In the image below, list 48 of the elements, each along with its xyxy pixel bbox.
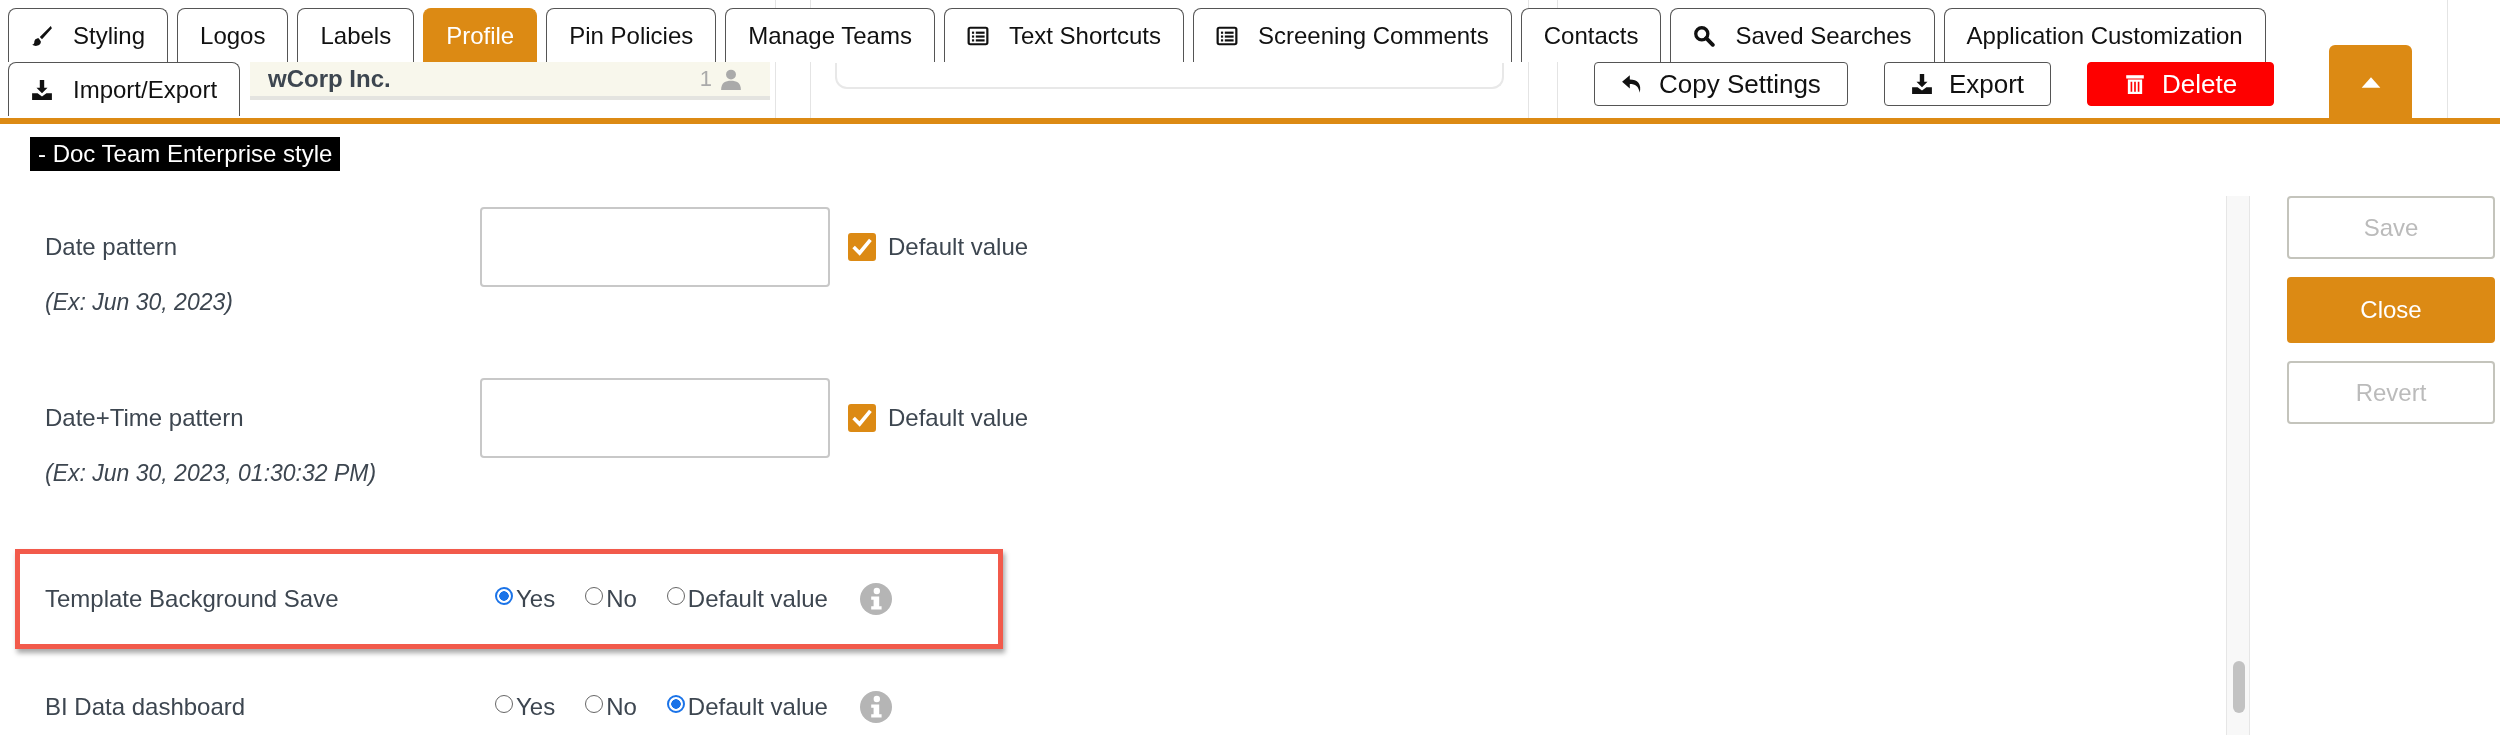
radio-label: Default value <box>687 693 828 721</box>
organization-name: wCorp Inc. <box>268 65 392 93</box>
list-icon <box>966 24 989 47</box>
tab[interactable]: Contacts <box>1520 8 1662 62</box>
tab[interactable]: Saved Searches <box>1670 8 1935 62</box>
brush-icon <box>31 24 53 47</box>
info-icon[interactable] <box>859 583 892 615</box>
undo-arrow-icon <box>1621 73 1643 95</box>
radio-label: Yes <box>516 693 556 721</box>
tab[interactable]: Logos <box>177 8 289 62</box>
scroll-up-button[interactable] <box>2329 45 2413 118</box>
radio-label: No <box>606 693 637 721</box>
toolbar-button[interactable]: Copy Settings <box>1594 62 1848 106</box>
toolbar-button[interactable]: Export <box>1883 62 2052 106</box>
checkbox[interactable] <box>848 233 876 261</box>
tab[interactable]: Manage Teams <box>725 8 935 62</box>
tab[interactable]: Application Customization <box>1943 8 2266 62</box>
setting-label: Template Background Save <box>44 585 340 613</box>
format-example: (Ex: Jun 30, 2023, 01:30:32 PM) <box>44 460 378 487</box>
setting-label: Date pattern <box>44 233 179 261</box>
style-label: - Doc Team Enterprise style <box>30 137 341 171</box>
download-icon <box>31 78 53 101</box>
radio-label: Yes <box>516 585 556 613</box>
checkbox[interactable] <box>848 404 876 432</box>
search-icon <box>1693 24 1716 47</box>
person-icon <box>720 67 742 91</box>
setting-label: BI Data dashboard <box>44 693 247 721</box>
tab[interactable]: Styling <box>8 8 169 62</box>
member-count: 1 <box>699 66 712 92</box>
download-icon <box>1910 73 1933 95</box>
radio-button[interactable] <box>495 587 513 605</box>
tab[interactable]: Labels <box>297 8 415 62</box>
tab[interactable]: Pin Policies <box>546 8 717 62</box>
checkbox-label: Default value <box>888 233 1029 261</box>
tab[interactable]: Import/Export <box>8 62 241 116</box>
scrollbar[interactable] <box>2226 196 2250 735</box>
tab[interactable]: Text Shortcuts <box>943 8 1184 62</box>
checkbox-label: Default value <box>888 404 1029 432</box>
setting-label: Date+Time pattern <box>44 404 245 432</box>
radio-label: Default value <box>687 585 828 613</box>
format-example: (Ex: Jun 30, 2023) <box>44 289 234 316</box>
delete-button[interactable]: Delete <box>2087 62 2275 106</box>
radio-button[interactable] <box>666 695 685 713</box>
info-icon[interactable] <box>859 691 892 723</box>
list-icon <box>1216 24 1238 47</box>
radio-label: No <box>606 585 637 613</box>
tab[interactable]: Screening Comments <box>1193 8 1512 62</box>
trash-icon <box>2124 73 2147 95</box>
